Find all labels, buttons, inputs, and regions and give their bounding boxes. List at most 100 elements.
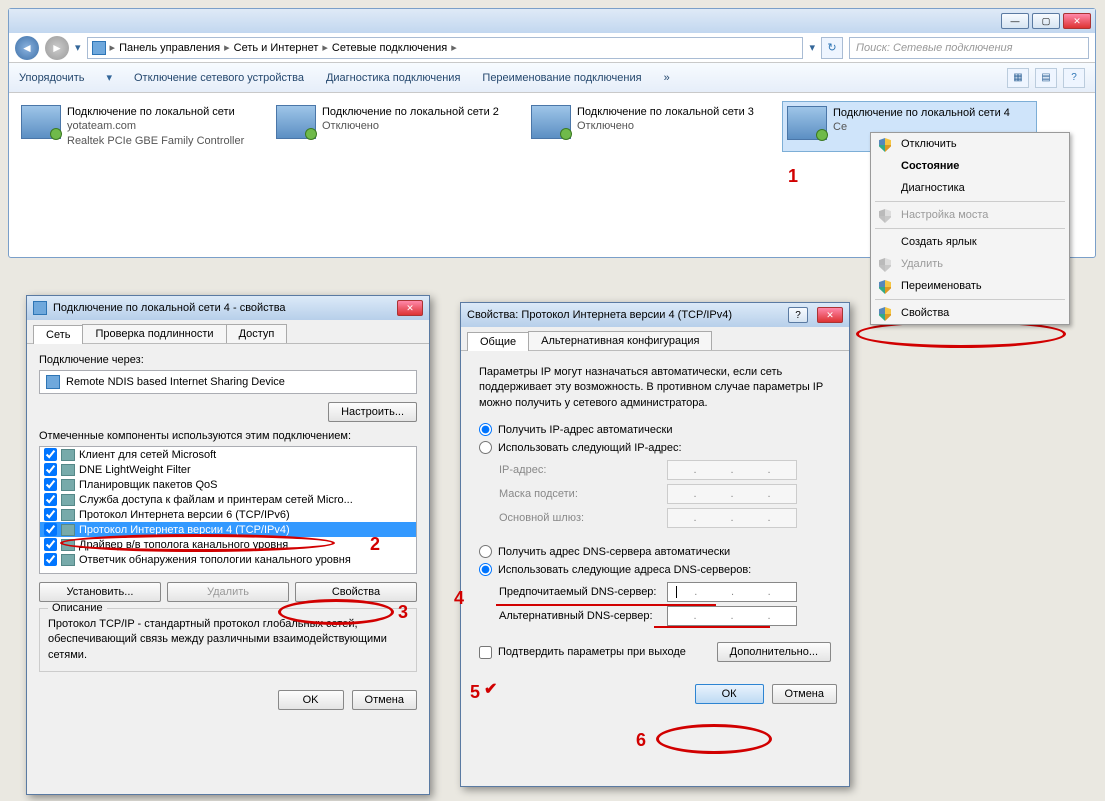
tab-altconfig[interactable]: Альтернативная конфигурация [528, 331, 712, 350]
component-row[interactable]: Драйвер в/в тополога канального уровня [40, 537, 416, 552]
search-placeholder: Поиск: Сетевые подключения [856, 42, 1013, 54]
search-input[interactable]: Поиск: Сетевые подключения [849, 37, 1089, 59]
components-list[interactable]: Клиент для сетей Microsoft DNE LightWeig… [39, 446, 417, 574]
minimize-button[interactable]: — [1001, 13, 1029, 29]
component-row[interactable]: Клиент для сетей Microsoft [40, 447, 416, 462]
component-checkbox[interactable] [44, 553, 57, 566]
connection-item[interactable]: Подключение по локальной сети 2 Отключен… [272, 101, 527, 152]
dns2-label: Альтернативный DNS-сервер: [499, 610, 667, 622]
tab-sharing[interactable]: Доступ [226, 324, 288, 343]
refresh-button[interactable]: ↻ [821, 37, 843, 59]
component-icon [61, 524, 75, 536]
component-checkbox[interactable] [44, 448, 57, 461]
ctx-rename[interactable]: Переименовать [871, 275, 1069, 297]
component-checkbox[interactable] [44, 493, 57, 506]
cancel-button[interactable]: Отмена [772, 684, 837, 704]
maximize-button[interactable]: ▢ [1032, 13, 1060, 29]
connection-icon [787, 106, 827, 140]
ip-label: IP-адрес: [499, 464, 667, 476]
rename-button[interactable]: Переименование подключения [482, 72, 641, 84]
diagnose-button[interactable]: Диагностика подключения [326, 72, 460, 84]
nav-back-button[interactable]: ◄ [15, 36, 39, 60]
ctx-delete: Удалить [871, 253, 1069, 275]
component-icon [61, 479, 75, 491]
ctx-properties[interactable]: Свойства [871, 302, 1069, 324]
help-button[interactable]: ? [788, 307, 808, 323]
dns2-input[interactable]: ... [667, 606, 797, 626]
preview-pane-icon[interactable]: ▤ [1035, 68, 1057, 88]
properties-button[interactable]: Свойства [295, 582, 417, 602]
description-group: Описание Протокол TCP/IP - стандартный п… [39, 608, 417, 672]
connection-item[interactable]: Подключение по локальной сети yotateam.c… [17, 101, 272, 152]
shield-icon [879, 138, 891, 152]
organize-menu[interactable]: Упорядочить [19, 72, 84, 84]
tab-strip: Сеть Проверка подлинности Доступ [27, 320, 429, 344]
component-row[interactable]: DNE LightWeight Filter [40, 462, 416, 477]
shield-icon [879, 280, 891, 294]
component-row[interactable]: Планировщик пакетов QoS [40, 477, 416, 492]
component-checkbox[interactable] [44, 478, 57, 491]
component-checkbox[interactable] [44, 508, 57, 521]
ctx-diagnose[interactable]: Диагностика [871, 177, 1069, 199]
tab-network[interactable]: Сеть [33, 325, 83, 344]
nav-dropdown-icon[interactable]: ▾ [75, 41, 81, 54]
close-button[interactable]: ✕ [817, 307, 843, 323]
tab-auth[interactable]: Проверка подлинности [82, 324, 226, 343]
connection-item[interactable]: Подключение по локальной сети 3 Отключен… [527, 101, 782, 152]
dns1-label: Предпочитаемый DNS-сервер: [499, 586, 667, 598]
breadcrumb-item[interactable]: Сетевые подключения [332, 42, 447, 54]
advanced-button[interactable]: Дополнительно... [717, 642, 831, 662]
component-row[interactable]: Ответчик обнаружения топологии канальног… [40, 552, 416, 567]
component-row[interactable]: Протокол Интернета версии 6 (TCP/IPv6) [40, 507, 416, 522]
address-bar[interactable]: ▸ Панель управления ▸ Сеть и Интернет ▸ … [87, 37, 804, 59]
radio-ip-manual[interactable] [479, 441, 492, 454]
intro-text: Параметры IP могут назначаться автоматич… [479, 365, 831, 411]
nav-forward-button[interactable]: ► [45, 36, 69, 60]
radio-ip-auto[interactable] [479, 423, 492, 436]
component-row[interactable]: Служба доступа к файлам и принтерам сете… [40, 492, 416, 507]
component-checkbox[interactable] [44, 523, 57, 536]
component-checkbox[interactable] [44, 463, 57, 476]
components-label: Отмеченные компоненты используются этим … [39, 430, 417, 442]
ok-button[interactable]: OK [278, 690, 344, 710]
ctx-separator [875, 228, 1065, 229]
component-row-selected[interactable]: Протокол Интернета версии 4 (TCP/IPv4) [40, 522, 416, 537]
cancel-button[interactable]: Отмена [352, 690, 417, 710]
ctx-bridge: Настройка моста [871, 204, 1069, 226]
breadcrumb-item[interactable]: Сеть и Интернет [234, 42, 319, 54]
confirm-checkbox[interactable] [479, 646, 492, 659]
tab-general[interactable]: Общие [467, 332, 529, 351]
confirm-label: Подтвердить параметры при выходе [498, 646, 686, 658]
overflow-chevron[interactable]: » [664, 72, 670, 84]
ctx-separator [875, 201, 1065, 202]
description-title: Описание [48, 602, 107, 614]
uninstall-button: Удалить [167, 582, 289, 602]
dialog-titlebar: Подключение по локальной сети 4 - свойст… [27, 296, 429, 320]
conn-title: Подключение по локальной сети 4 [833, 106, 1010, 120]
radio-dns-auto[interactable] [479, 545, 492, 558]
shield-icon [879, 307, 891, 321]
component-checkbox[interactable] [44, 538, 57, 551]
install-button[interactable]: Установить... [39, 582, 161, 602]
dns1-input[interactable]: ... [667, 582, 797, 602]
ok-button[interactable]: ОК [695, 684, 764, 704]
close-button[interactable]: ✕ [1063, 13, 1091, 29]
gateway-input: ... [667, 508, 797, 528]
shield-icon [879, 209, 891, 223]
close-button[interactable]: ✕ [397, 300, 423, 316]
radio-dns-manual[interactable] [479, 563, 492, 576]
ctx-disable[interactable]: Отключить [871, 133, 1069, 155]
disable-device-button[interactable]: Отключение сетевого устройства [134, 72, 304, 84]
addr-dropdown-icon[interactable]: ▾ [809, 41, 815, 54]
ctx-shortcut[interactable]: Создать ярлык [871, 231, 1069, 253]
view-icon[interactable]: ▦ [1007, 68, 1029, 88]
ctx-status[interactable]: Состояние [871, 155, 1069, 177]
component-icon [61, 464, 75, 476]
mask-input: ... [667, 484, 797, 504]
configure-button[interactable]: Настроить... [328, 402, 417, 422]
help-icon[interactable]: ? [1063, 68, 1085, 88]
shield-icon [879, 258, 891, 272]
component-icon [61, 554, 75, 566]
breadcrumb-sep: ▸ [451, 41, 457, 54]
breadcrumb-item[interactable]: Панель управления [119, 42, 220, 54]
